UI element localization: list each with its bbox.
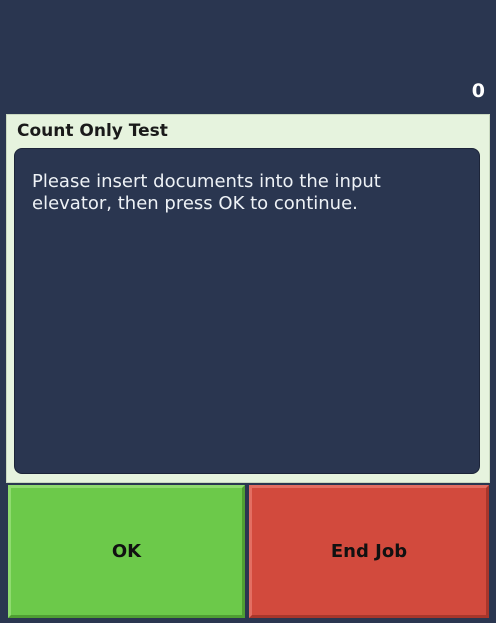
- end-job-button-label: End Job: [330, 541, 408, 562]
- message-panel: Please insert documents into the input e…: [14, 148, 480, 474]
- end-job-button[interactable]: End Job: [249, 485, 489, 618]
- count-only-test-dialog: Count Only Test Please insert documents …: [6, 114, 490, 483]
- instruction-message: Please insert documents into the input e…: [32, 171, 381, 214]
- document-counter: 0: [471, 80, 485, 102]
- dialog-title: Count Only Test: [17, 121, 168, 141]
- ok-button[interactable]: OK: [8, 485, 245, 618]
- ok-button-label: OK: [111, 541, 142, 562]
